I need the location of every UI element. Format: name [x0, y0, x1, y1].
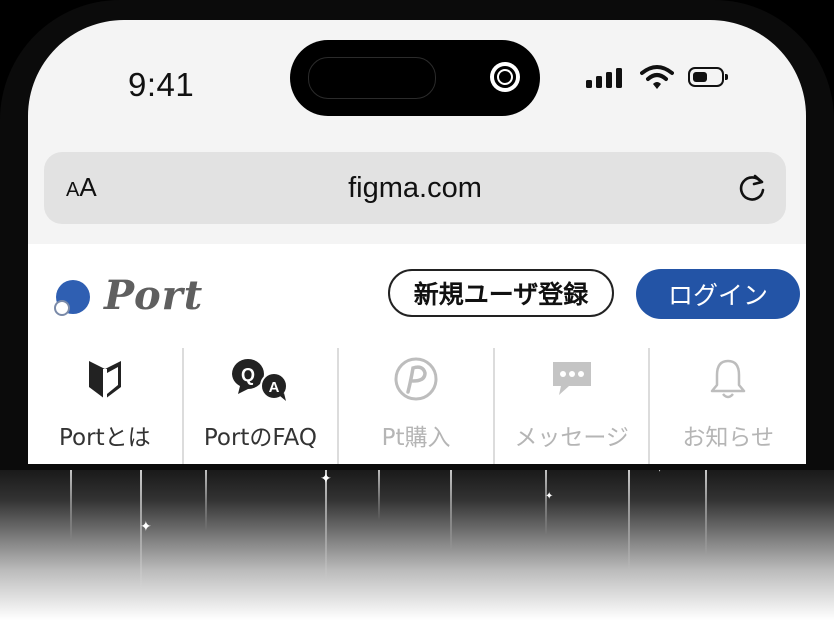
logo-wordmark: Port	[104, 272, 204, 319]
light-streak	[628, 460, 630, 570]
nav-item-about[interactable]: Portとは	[28, 348, 184, 464]
register-button[interactable]: 新規ユーザ登録	[388, 269, 614, 317]
site-nav: Portとは Q A PortのFAQ Pt購入 メッセージ お知らせ	[28, 348, 806, 464]
light-streak	[450, 460, 452, 550]
phone-frame: 9:41 AA figma.com Port 新規ユーザ登録 ログイン Port…	[0, 0, 834, 470]
wifi-icon	[640, 65, 674, 89]
nav-label: PortのFAQ	[203, 425, 317, 451]
web-page: Port 新規ユーザ登録 ログイン Portとは Q A PortのFAQ Pt…	[28, 244, 806, 464]
beginner-mark-icon	[28, 356, 182, 402]
status-time: 9:41	[128, 66, 195, 103]
address-bar[interactable]: AA figma.com	[44, 152, 786, 224]
sparkle-icon: ✦	[320, 471, 332, 487]
cellular-signal-icon	[586, 68, 622, 88]
battery-icon	[688, 67, 728, 87]
nav-label: お知らせ	[682, 425, 774, 451]
svg-text:A: A	[269, 379, 280, 396]
url-text[interactable]: figma.com	[44, 172, 786, 205]
island-pill	[308, 57, 436, 99]
light-streak	[205, 460, 207, 530]
phone-screen: 9:41 AA figma.com Port 新規ユーザ登録 ログイン Port…	[28, 20, 806, 464]
light-streak	[705, 460, 707, 555]
reload-icon[interactable]	[734, 170, 770, 206]
dynamic-island	[290, 40, 540, 116]
nav-label: Pt購入	[381, 425, 451, 451]
login-button[interactable]: ログイン	[636, 269, 800, 319]
nav-item-notices[interactable]: お知らせ	[650, 348, 806, 464]
svg-text:Q: Q	[241, 365, 255, 385]
light-streak	[70, 460, 72, 540]
sparkle-icon: ✦	[140, 519, 152, 535]
qa-icon: Q A	[184, 356, 338, 402]
message-icon	[495, 356, 649, 402]
nav-label: Portとは	[59, 425, 151, 451]
logo-mark-dot	[54, 300, 70, 316]
nav-item-faq[interactable]: Q A PortのFAQ	[184, 348, 340, 464]
camera-icon	[490, 62, 520, 92]
nav-label: メッセージ	[514, 425, 629, 451]
nav-item-messages[interactable]: メッセージ	[495, 348, 651, 464]
nav-item-points[interactable]: Pt購入	[339, 348, 495, 464]
site-logo[interactable]: Port	[52, 272, 212, 319]
sparkle-icon: ✦	[545, 491, 554, 502]
bell-icon	[650, 356, 806, 402]
points-icon	[339, 356, 493, 402]
